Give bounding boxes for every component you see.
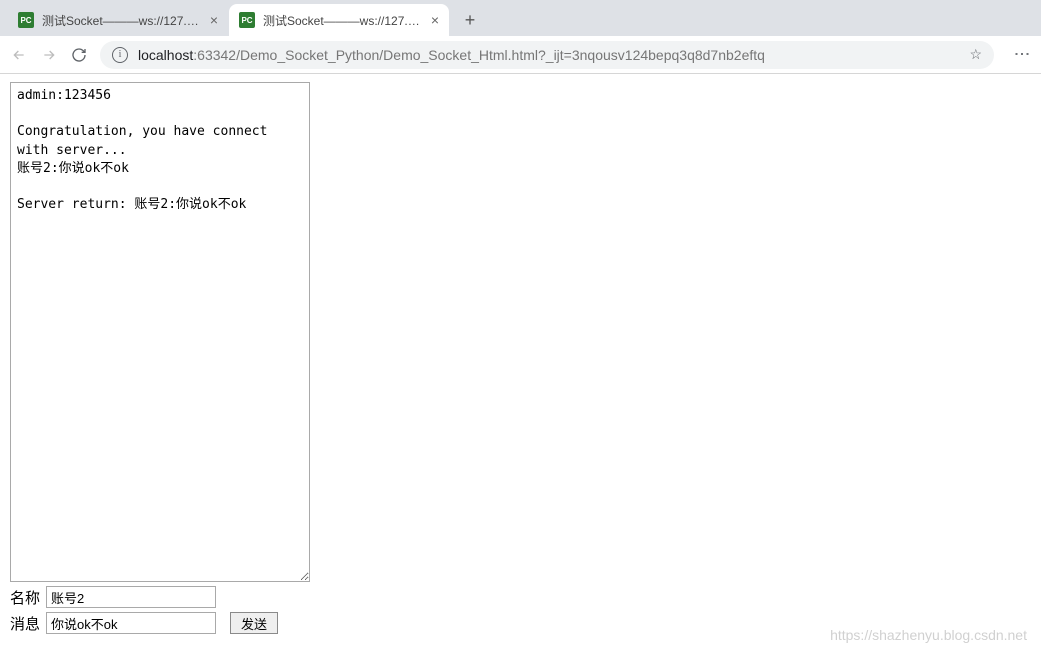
url-path: :63342/Demo_Socket_Python/Demo_Socket_Ht… — [193, 47, 765, 63]
browser-menu-icon[interactable]: ⋮ — [1012, 46, 1031, 63]
page-content: 名称 消息 发送 — [0, 74, 1041, 642]
browser-tab-0[interactable]: PC 测试Socket———ws://127.0.0.1:8 × — [8, 4, 228, 36]
name-input[interactable] — [46, 586, 216, 608]
url-host: localhost — [138, 47, 193, 63]
new-tab-button[interactable]: + — [456, 6, 484, 34]
close-icon[interactable]: × — [431, 12, 439, 28]
send-button[interactable]: 发送 — [230, 612, 278, 634]
site-info-icon[interactable]: i — [112, 47, 128, 63]
browser-toolbar: i localhost:63342/Demo_Socket_Python/Dem… — [0, 36, 1041, 74]
forward-button[interactable] — [40, 46, 58, 64]
name-label: 名称 — [10, 587, 46, 608]
pycharm-favicon: PC — [18, 12, 34, 28]
reload-button[interactable] — [70, 46, 88, 64]
log-textarea[interactable] — [10, 82, 310, 582]
browser-tab-bar: PC 测试Socket———ws://127.0.0.1:8 × PC 测试So… — [0, 0, 1041, 36]
name-row: 名称 — [10, 586, 1031, 608]
bookmark-star-icon[interactable]: ☆ — [969, 46, 982, 63]
back-button[interactable] — [10, 46, 28, 64]
close-icon[interactable]: × — [210, 12, 218, 28]
browser-tab-1[interactable]: PC 测试Socket———ws://127.0.0.1:8 × — [229, 4, 449, 36]
tab-title: 测试Socket———ws://127.0.0.1:8 — [263, 12, 423, 29]
pycharm-favicon: PC — [239, 12, 255, 28]
message-input[interactable] — [46, 612, 216, 634]
address-bar[interactable]: i localhost:63342/Demo_Socket_Python/Dem… — [100, 41, 994, 69]
tab-title: 测试Socket———ws://127.0.0.1:8 — [42, 12, 202, 29]
watermark-text: https://shazhenyu.blog.csdn.net — [830, 627, 1027, 643]
message-label: 消息 — [10, 613, 46, 634]
